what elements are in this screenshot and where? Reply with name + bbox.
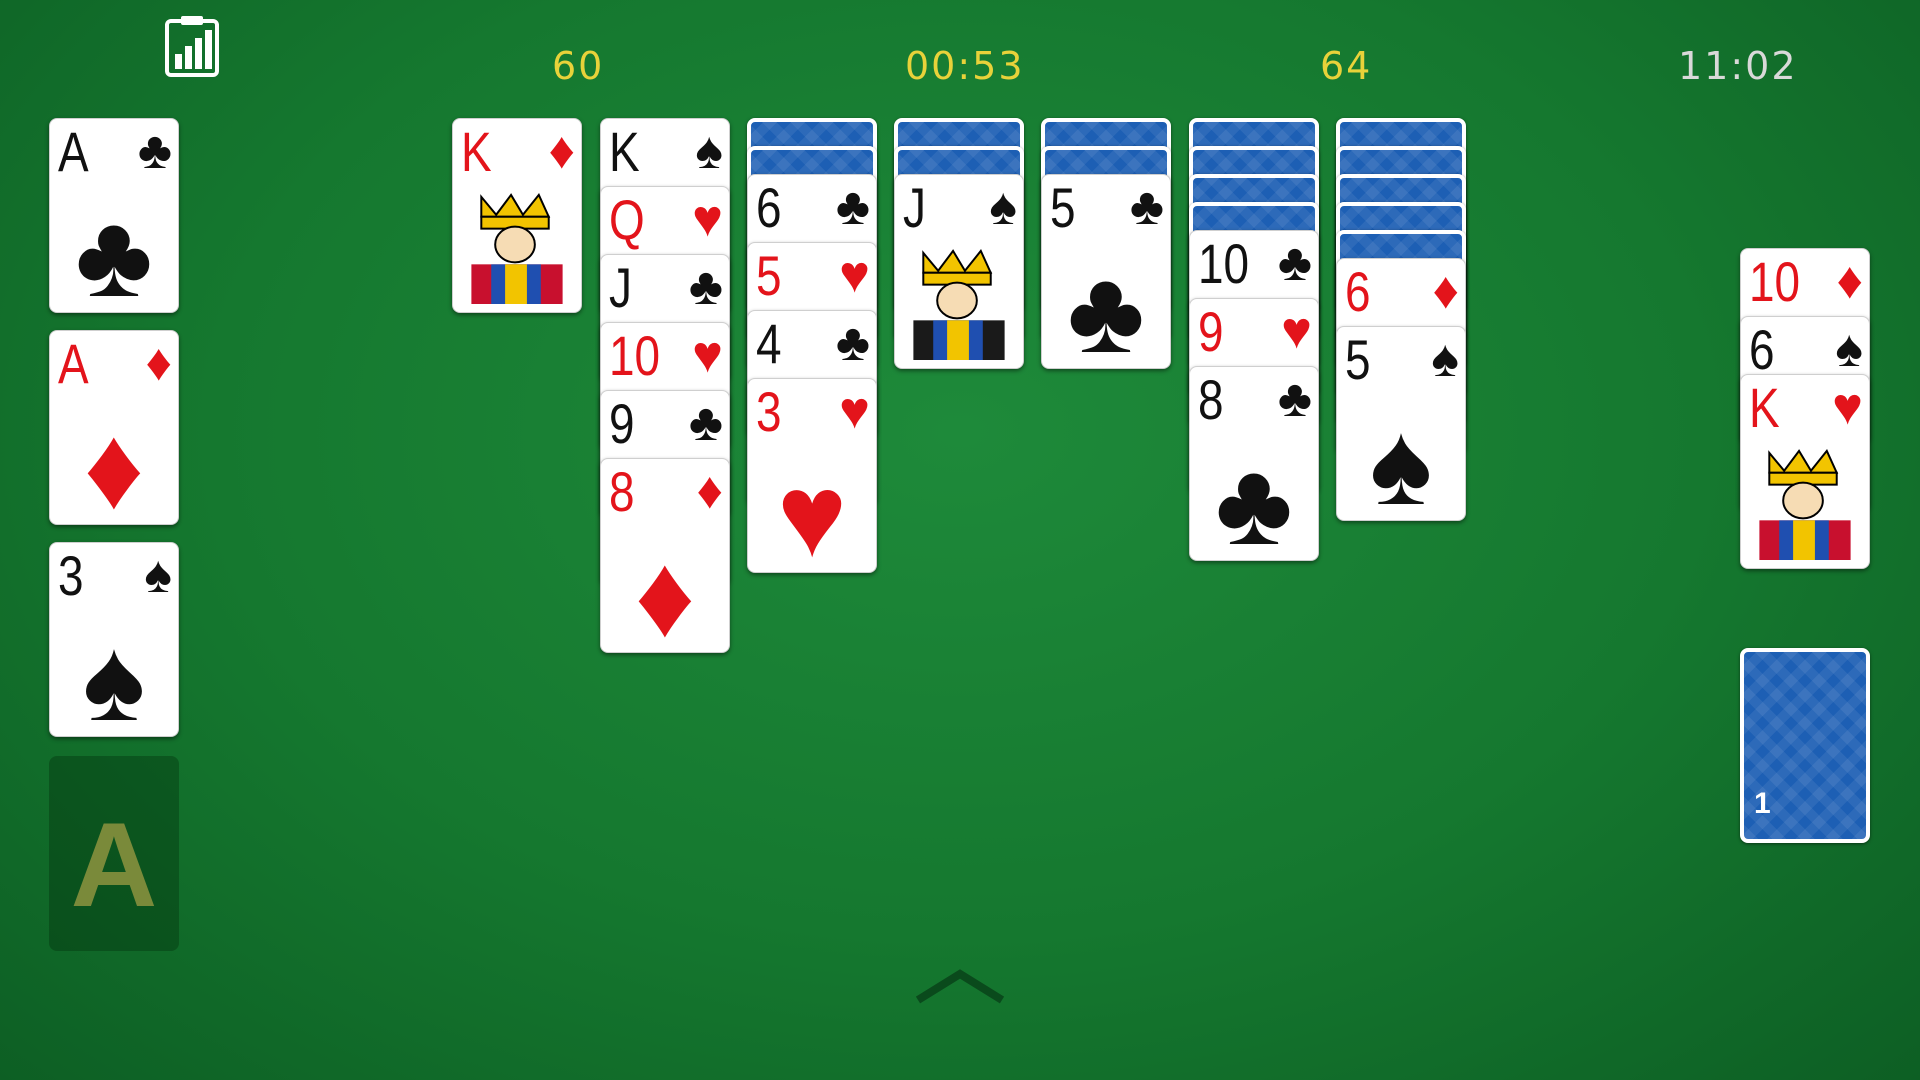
card-rank: 9 xyxy=(609,392,635,455)
stock-pile[interactable]: 1 xyxy=(1740,648,1870,843)
card-suit: ♦ xyxy=(696,462,723,520)
card-suit: ♠ xyxy=(1835,320,1863,378)
card-suit: ♦ xyxy=(1836,252,1863,310)
card-suit: ♣ xyxy=(137,122,172,180)
tableau-card[interactable]: 5 ♠ ♠ xyxy=(1336,326,1466,521)
card-rank: 10 xyxy=(609,324,661,387)
card-rank: A xyxy=(58,120,89,183)
card-suit-large: ♦ xyxy=(634,530,696,653)
tableau-card[interactable]: 3 ♥ ♥ xyxy=(747,378,877,573)
chevron-up-icon[interactable] xyxy=(910,960,1010,1008)
foundation-slot-empty[interactable]: A xyxy=(49,756,179,951)
face-card-art xyxy=(461,187,573,304)
foundation-card[interactable]: 3 ♠ ♠ xyxy=(49,542,179,737)
card-suit: ♣ xyxy=(1277,234,1312,292)
hud-clock: 11:02 xyxy=(1678,44,1798,88)
card-suit-large: ♠ xyxy=(1369,398,1433,521)
card-suit: ♥ xyxy=(692,326,723,384)
card-suit: ♦ xyxy=(548,122,575,180)
face-card-art xyxy=(1749,443,1861,560)
card-rank: 6 xyxy=(756,176,782,239)
stock-count: 1 xyxy=(1754,787,1771,820)
card-rank: 4 xyxy=(756,312,782,375)
card-suit: ♣ xyxy=(1277,370,1312,428)
card-suit: ♠ xyxy=(695,122,723,180)
hud-timer: 00:53 xyxy=(905,44,1025,88)
card-rank: 6 xyxy=(1345,260,1371,323)
card-suit: ♦ xyxy=(1432,262,1459,320)
foundation-slot-label: A xyxy=(70,798,158,932)
card-rank: Q xyxy=(609,188,645,251)
card-rank: 9 xyxy=(1198,300,1224,363)
tableau-card[interactable]: 8 ♣ ♣ xyxy=(1189,366,1319,561)
card-rank: 5 xyxy=(756,244,782,307)
card-rank: J xyxy=(609,256,632,319)
card-suit: ♣ xyxy=(1129,178,1164,236)
hud-moves: 64 xyxy=(1320,44,1373,88)
foundation-card[interactable]: A ♣ ♣ xyxy=(49,118,179,313)
card-suit-large: ♠ xyxy=(82,614,146,737)
card-suit: ♣ xyxy=(688,258,723,316)
card-rank: 3 xyxy=(58,544,84,607)
card-suit: ♥ xyxy=(1281,302,1312,360)
card-rank: 10 xyxy=(1749,250,1801,313)
card-rank: K xyxy=(609,120,640,183)
card-rank: 8 xyxy=(609,460,635,523)
card-suit: ♠ xyxy=(144,546,172,604)
card-rank: 5 xyxy=(1050,176,1076,239)
card-suit-large: ♣ xyxy=(75,190,153,313)
foundation-card[interactable]: A ♦ ♦ xyxy=(49,330,179,525)
card-suit: ♣ xyxy=(688,394,723,452)
card-rank: 8 xyxy=(1198,368,1224,431)
card-suit: ♣ xyxy=(835,178,870,236)
card-suit: ♣ xyxy=(835,314,870,372)
hud-score: 60 xyxy=(552,44,605,88)
card-suit: ♠ xyxy=(1431,330,1459,388)
card-suit-large: ♦ xyxy=(83,402,145,525)
card-rank: K xyxy=(461,120,492,183)
card-suit: ♥ xyxy=(692,190,723,248)
card-suit-large: ♣ xyxy=(1067,246,1145,369)
tableau-card[interactable]: 8 ♦ ♦ xyxy=(600,458,730,653)
tableau-card[interactable]: K ♦ xyxy=(452,118,582,313)
card-suit: ♥ xyxy=(839,246,870,304)
card-suit: ♦ xyxy=(145,334,172,392)
card-suit: ♠ xyxy=(989,178,1017,236)
card-suit: ♥ xyxy=(1832,378,1863,436)
card-rank: 10 xyxy=(1198,232,1250,295)
card-rank: 5 xyxy=(1345,328,1371,391)
card-rank: K xyxy=(1749,376,1780,439)
card-rank: A xyxy=(58,332,89,395)
card-suit-large: ♥ xyxy=(776,450,848,573)
tableau-card[interactable]: 5 ♣ ♣ xyxy=(1041,174,1171,369)
waste-card[interactable]: K ♥ xyxy=(1740,374,1870,569)
card-rank: J xyxy=(903,176,926,239)
tableau-card[interactable]: J ♠ xyxy=(894,174,1024,369)
card-suit-large: ♣ xyxy=(1215,438,1293,561)
card-suit: ♥ xyxy=(839,382,870,440)
card-rank: 3 xyxy=(756,380,782,443)
face-card-art xyxy=(903,243,1015,360)
stats-icon[interactable] xyxy=(164,14,220,78)
card-rank: 6 xyxy=(1749,318,1775,381)
